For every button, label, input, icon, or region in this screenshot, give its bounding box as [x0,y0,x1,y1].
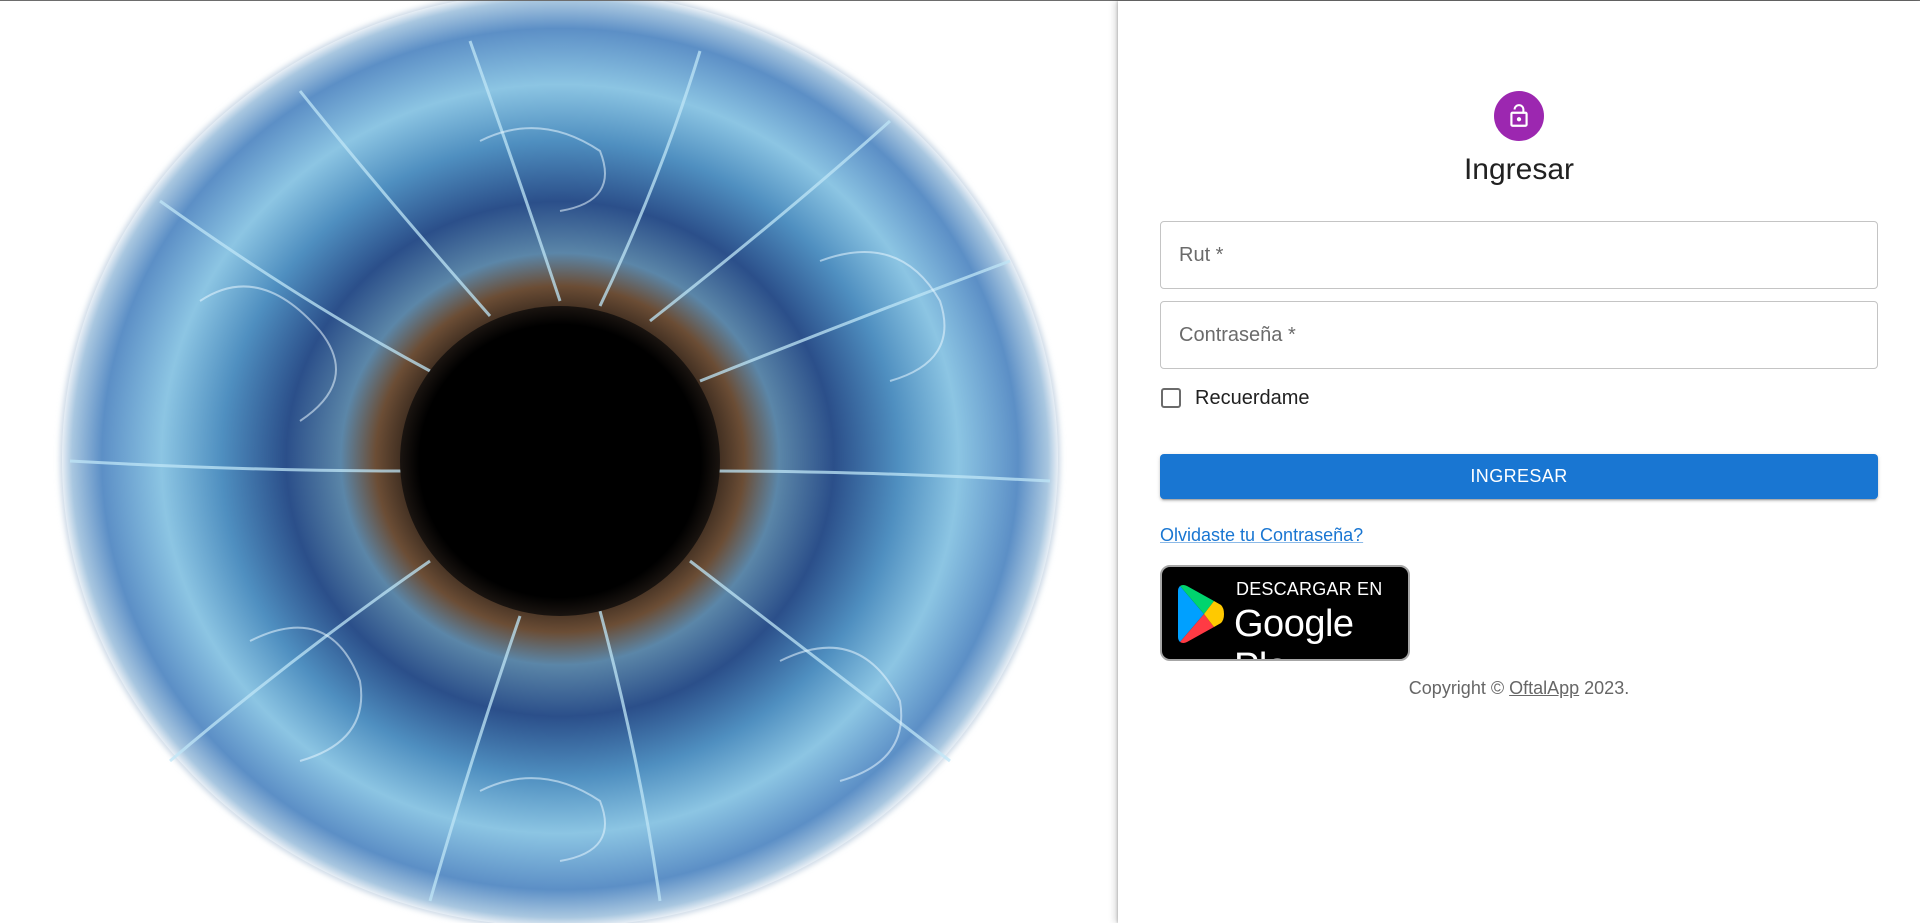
hero-image-panel [0,1,1118,923]
remember-me[interactable]: Recuerdame [1160,384,1310,412]
remember-checkbox[interactable] [1161,388,1181,408]
login-button[interactable]: INGRESAR [1160,454,1878,499]
footer-copyright: Copyright © OftalApp 2023. [1118,678,1920,699]
google-play-badge[interactable]: DESCARGAR EN Google Play [1160,565,1410,661]
badge-big-text: Google Play [1234,603,1354,659]
brand-link[interactable]: OftalApp [1509,678,1579,698]
password-input[interactable] [1161,302,1877,368]
iris-image [60,1,1060,923]
remember-label: Recuerdame [1195,386,1310,409]
google-play-icon [1178,585,1224,643]
login-panel: Ingresar Recuerdame INGRESAR Olvidaste t… [1118,1,1920,923]
copyright-suffix: 2023. [1579,678,1630,698]
forgot-password-link[interactable]: Olvidaste tu Contraseña? [1160,525,1363,546]
password-field[interactable] [1160,301,1878,369]
copyright-prefix: Copyright © [1408,678,1510,698]
badge-small-text: DESCARGAR EN [1236,579,1383,599]
page-title: Ingresar [1463,153,1575,186]
avatar [1494,91,1544,141]
rut-input[interactable] [1161,222,1877,288]
rut-field[interactable] [1160,221,1878,289]
lock-open-icon [1510,104,1528,127]
